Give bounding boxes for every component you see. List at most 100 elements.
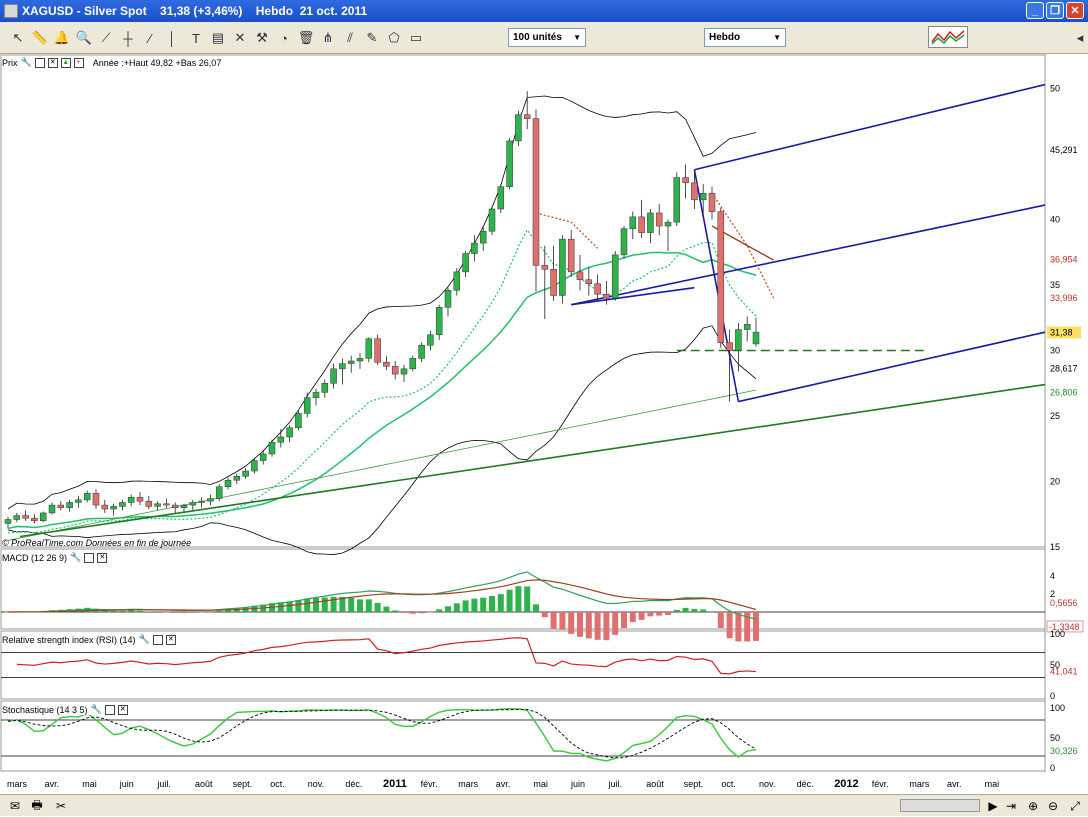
x-tick-label: déc.: [345, 779, 362, 789]
candle-body: [75, 500, 81, 503]
macd-histogram-bar: [647, 612, 653, 616]
candle-body: [278, 437, 284, 442]
text-icon[interactable]: T: [186, 28, 206, 48]
gauge-icon[interactable]: ◔: [274, 28, 294, 48]
x-tick-label: févr.: [421, 779, 438, 789]
chart-area[interactable]: 5040353025201545,29136,95433,99631,3828,…: [0, 54, 1088, 796]
macd-histogram-bar: [375, 603, 381, 612]
units-value: 100 unités: [513, 32, 562, 43]
x-tick-label: 2011: [383, 778, 407, 790]
candle-body: [31, 518, 37, 521]
price-chart-svg[interactable]: 5040353025201545,29136,95433,99631,3828,…: [0, 54, 1088, 796]
candle-body: [128, 497, 134, 502]
up-icon[interactable]: ▲: [61, 58, 71, 68]
data-source: © ProRealTime.com Données en fin de jour…: [2, 538, 191, 548]
mail-icon[interactable]: ✉: [6, 798, 24, 814]
wrench-icon[interactable]: 🔧: [91, 704, 102, 715]
zoom-icon[interactable]: 🔍: [74, 28, 94, 48]
line-icon[interactable]: ┼: [118, 28, 138, 48]
channel-icon[interactable]: ⫽: [340, 28, 360, 48]
chevron-down-icon: ▼: [773, 33, 781, 42]
x-tick-label: sept.: [684, 779, 704, 789]
alarm-icon[interactable]: 🔔: [52, 28, 72, 48]
macd-histogram-bar: [586, 612, 592, 638]
add-icon[interactable]: +: [74, 58, 84, 68]
window-controls: _ ❐ ✕: [1026, 2, 1084, 19]
close-icon[interactable]: ✕: [1066, 2, 1084, 19]
candle-body: [753, 332, 759, 344]
close-icon[interactable]: ✕: [48, 58, 58, 68]
wrench-icon[interactable]: 🔧: [139, 634, 150, 645]
period-select[interactable]: Hebdo▼: [704, 28, 786, 47]
pitchfork-icon[interactable]: ⋔: [318, 28, 338, 48]
restore-icon[interactable]: ❐: [1046, 2, 1064, 19]
candle-body: [234, 476, 240, 480]
window-icon[interactable]: [105, 705, 115, 715]
macd-histogram-bar: [357, 599, 363, 612]
x-tick-label: août: [195, 779, 213, 789]
candle-body: [357, 358, 363, 361]
horizontal-line-icon[interactable]: ⟋: [96, 28, 116, 48]
edit-icon[interactable]: ✎: [362, 28, 382, 48]
candle-body: [727, 343, 733, 351]
rectangle-icon[interactable]: ▭: [406, 28, 426, 48]
indicators-icon[interactable]: [928, 26, 968, 48]
window-icon[interactable]: [153, 635, 163, 645]
close-icon[interactable]: ✕: [118, 705, 128, 715]
horizontal-scrollbar[interactable]: [900, 799, 980, 812]
wrench-icon[interactable]: 🔧: [70, 552, 81, 563]
print-icon[interactable]: 🖶: [28, 798, 46, 814]
x-tick-label: juil.: [156, 779, 171, 789]
candle-body: [137, 497, 143, 501]
vertical-line-icon[interactable]: │: [162, 28, 182, 48]
macd-histogram-bar: [445, 606, 451, 612]
macd-histogram-bar: [304, 598, 310, 612]
cross-icon[interactable]: ✕: [230, 28, 250, 48]
cursor-icon[interactable]: ↖: [8, 28, 28, 48]
ruler-icon[interactable]: 📏: [30, 28, 50, 48]
x-tick-label: mai: [82, 779, 97, 789]
macd-histogram-bar: [463, 600, 469, 612]
window-icon[interactable]: [84, 553, 94, 563]
candle-body: [287, 428, 293, 437]
zoom-in-icon[interactable]: ⊕: [1024, 798, 1042, 814]
price-tag-label: 26,806: [1050, 387, 1078, 397]
candle-body: [498, 187, 504, 209]
candle-body: [40, 513, 46, 521]
stoch-tick-label: 100: [1050, 703, 1065, 713]
app-icon: [4, 4, 18, 18]
wrench-icon[interactable]: 🔧: [21, 57, 32, 68]
expand-icon[interactable]: ◂: [1070, 28, 1088, 48]
zoom-out-icon[interactable]: ⊖: [1044, 798, 1062, 814]
candle-body: [383, 362, 389, 366]
scissors-icon[interactable]: ✂: [52, 798, 70, 814]
candle-body: [463, 254, 469, 272]
polygon-icon[interactable]: ⬠: [384, 28, 404, 48]
units-select[interactable]: 100 unités▼: [508, 28, 586, 47]
macd-histogram-bar: [718, 612, 724, 628]
macd-histogram-bar: [630, 612, 636, 622]
macd-tick-label: 4: [1050, 571, 1055, 581]
candle-body: [507, 141, 513, 187]
close-icon[interactable]: ✕: [97, 553, 107, 563]
candle-body: [700, 193, 706, 200]
candle-body: [683, 178, 689, 183]
scroll-end-icon[interactable]: ⇥: [1002, 798, 1020, 814]
price-tick-label: 20: [1050, 477, 1060, 487]
hammer-icon[interactable]: ⚒: [252, 28, 272, 48]
candle-body: [718, 212, 724, 343]
trendline-icon[interactable]: ⁄: [140, 28, 160, 48]
fit-icon[interactable]: ⤢: [1066, 798, 1084, 814]
price-pane-header: Prix 🔧 ✕ ▲ + Année :+Haut 49,82 +Bas 26,…: [2, 57, 221, 68]
x-tick-label: févr.: [872, 779, 889, 789]
price-tick-label: 15: [1050, 542, 1060, 552]
price-tick-label: 50: [1050, 84, 1060, 94]
trash-icon[interactable]: 🗑: [296, 28, 316, 48]
scroll-right-icon[interactable]: ▶: [984, 798, 1002, 814]
window-icon[interactable]: [35, 58, 45, 68]
macd-histogram-bar: [559, 612, 565, 630]
x-tick-label: juin: [570, 779, 585, 789]
minimize-icon[interactable]: _: [1026, 2, 1044, 19]
fibonacci-icon[interactable]: ▤: [208, 28, 228, 48]
close-icon[interactable]: ✕: [166, 635, 176, 645]
